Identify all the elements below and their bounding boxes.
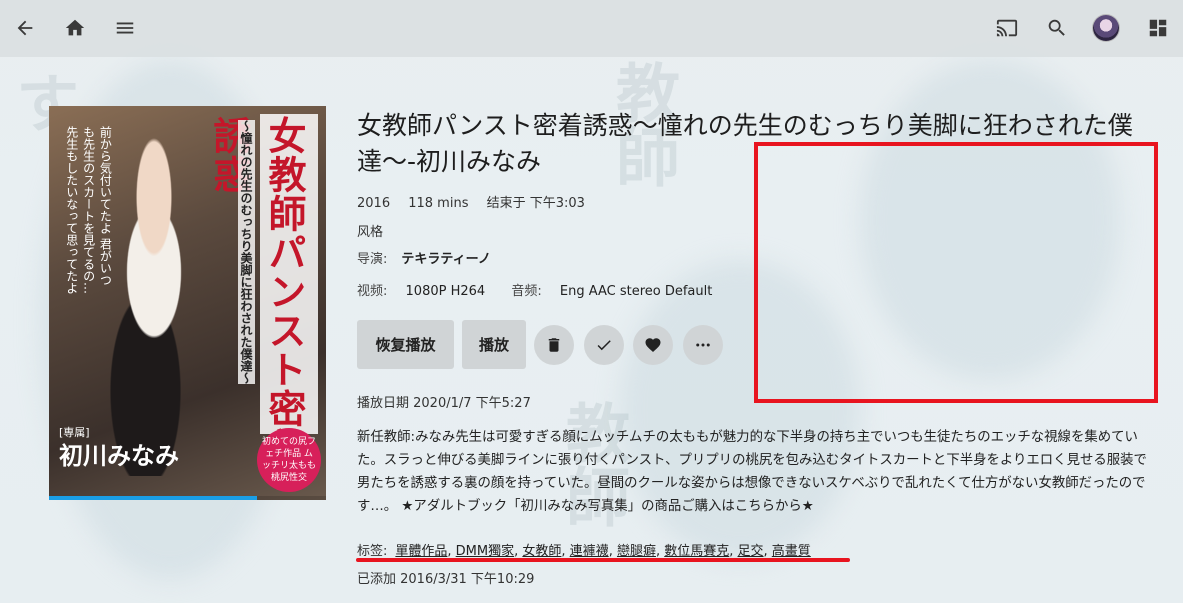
- tag-separator: ,: [763, 544, 772, 559]
- tag-link[interactable]: 足交: [738, 544, 764, 559]
- search-icon[interactable]: [1041, 12, 1073, 44]
- poster-quote: 前から気付いてたよ 君がいつも先生のスカートを見てるの… 先生もしたいなって思っ…: [64, 126, 113, 294]
- favorite-button[interactable]: [633, 325, 673, 365]
- director-row: 导演: テキラティーノ: [357, 248, 505, 267]
- audio-label: 音频:: [511, 284, 542, 299]
- ends-at: 结束于 下午3:03: [486, 196, 585, 211]
- home-icon[interactable]: [59, 12, 91, 44]
- description: 新任教師:みなみ先生は可愛すぎる顔にムッチムチの太ももが魅力的な下半身の持ち主で…: [357, 430, 1147, 514]
- trash-icon: [548, 338, 560, 352]
- tag-link[interactable]: 單體作品: [395, 544, 447, 559]
- delete-button[interactable]: [534, 325, 574, 365]
- watch-progress-bar: [49, 496, 326, 500]
- poster-subtitle: 〜憧れの先生のむっちり美脚に狂わされた僕達〜: [238, 120, 255, 384]
- stream-info-row: 视频: 1080P H264 音频: Eng AAC stereo Defaul…: [357, 280, 726, 299]
- tag-separator: ,: [561, 544, 570, 559]
- top-bar: [0, 0, 1183, 57]
- runtime: 118 mins: [408, 196, 469, 211]
- year: 2016: [357, 196, 391, 211]
- mark-played-button[interactable]: [584, 325, 624, 365]
- poster-actress: 初川みなみ: [59, 442, 179, 470]
- poster-image[interactable]: 前から気付いてたよ 君がいつも先生のスカートを見てるの… 先生もしたいなって思っ…: [49, 106, 326, 500]
- tag-link[interactable]: DMM獨家: [456, 544, 514, 559]
- tag-link[interactable]: 戀腿癖: [617, 544, 656, 559]
- tag-separator: ,: [655, 544, 665, 559]
- heart-icon: [645, 338, 661, 352]
- tag-link[interactable]: 高畫質: [772, 544, 811, 559]
- more-button[interactable]: [683, 325, 723, 365]
- watch-progress-fill: [49, 496, 257, 500]
- director-label: 导演:: [357, 252, 388, 267]
- date-added: 已添加 2016/3/31 下午10:29: [357, 572, 535, 587]
- tag-link[interactable]: 連褲襪: [570, 544, 609, 559]
- director-link[interactable]: テキラティーノ: [401, 252, 490, 267]
- tag-separator: ,: [729, 544, 738, 559]
- grid-icon[interactable]: [1142, 12, 1174, 44]
- tags-label: 标签:: [357, 544, 388, 559]
- poster-badge: 初めての尻フェチ作品 ムッチリ太もも 桃尻性交: [257, 428, 321, 492]
- played-date: 播放日期 2020/1/7 下午5:27: [357, 396, 531, 411]
- more-horiz-icon: [696, 343, 710, 347]
- media-info-row: 2016 118 mins 结束于 下午3:03: [357, 192, 599, 211]
- annotation-red-underline: [356, 558, 850, 562]
- back-arrow-icon[interactable]: [9, 12, 41, 44]
- resume-button[interactable]: 恢复播放: [357, 320, 454, 369]
- tag-link[interactable]: 數位馬賽克: [664, 544, 729, 559]
- audio-value: Eng AAC stereo Default: [559, 284, 713, 299]
- video-label: 视频:: [357, 284, 388, 299]
- tag-separator: ,: [608, 544, 617, 559]
- cast-icon[interactable]: [991, 12, 1023, 44]
- video-value: 1080P H264: [405, 284, 486, 299]
- annotation-red-box: [754, 142, 1158, 403]
- tag-list: 單體作品, DMM獨家, 女教師, 連褲襪, 戀腿癖, 數位馬賽克, 足交, 高…: [395, 544, 810, 559]
- genre-label: 风格: [357, 225, 384, 240]
- avatar[interactable]: [1093, 15, 1119, 41]
- menu-icon[interactable]: [109, 12, 141, 44]
- play-button[interactable]: 播放: [462, 320, 526, 369]
- check-icon: [597, 340, 611, 351]
- tag-link[interactable]: 女教師: [522, 544, 561, 559]
- tags-row: 标签: 單體作品, DMM獨家, 女教師, 連褲襪, 戀腿癖, 數位馬賽克, 足交…: [357, 540, 811, 559]
- tag-separator: ,: [447, 544, 456, 559]
